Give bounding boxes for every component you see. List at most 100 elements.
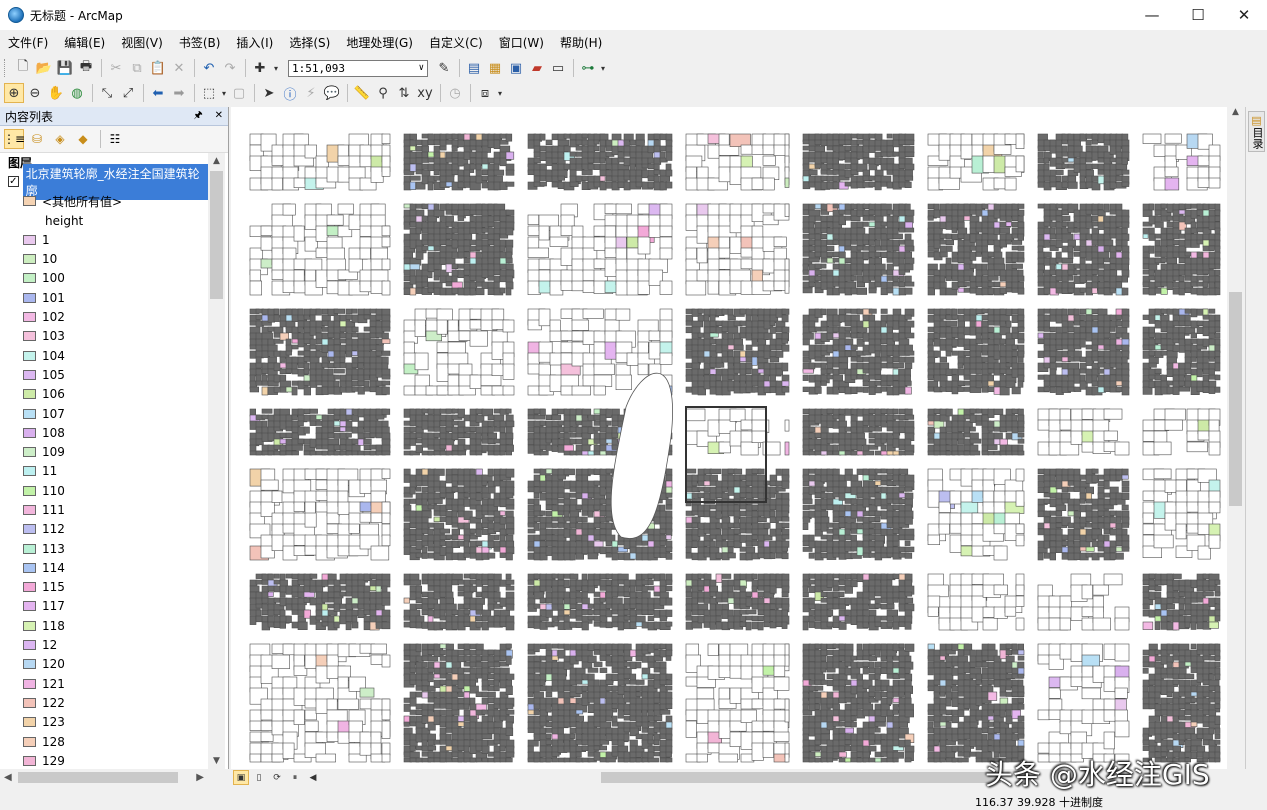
building-footprint[interactable]	[457, 215, 465, 221]
building-footprint[interactable]	[433, 498, 443, 504]
building-footprint[interactable]	[451, 221, 459, 228]
building-footprint[interactable]	[659, 585, 667, 593]
building-footprint[interactable]	[527, 214, 539, 225]
building-footprint[interactable]	[880, 221, 887, 227]
building-footprint[interactable]	[808, 362, 816, 370]
building-footprint[interactable]	[581, 621, 589, 631]
legend-item[interactable]: 110	[0, 481, 208, 500]
building-footprint[interactable]	[481, 609, 492, 616]
building-footprint[interactable]	[475, 287, 485, 296]
menu-insert[interactable]: 插入(I)	[228, 33, 281, 53]
building-footprint[interactable]	[457, 169, 465, 177]
building-footprint[interactable]	[381, 386, 390, 395]
building-footprint[interactable]	[665, 546, 673, 552]
building-footprint[interactable]	[493, 139, 501, 149]
building-footprint[interactable]	[659, 330, 673, 343]
building-footprint[interactable]	[569, 540, 576, 548]
building-footprint[interactable]	[820, 227, 828, 233]
building-footprint[interactable]	[739, 362, 747, 370]
building-footprint[interactable]	[409, 751, 420, 759]
building-footprint[interactable]	[709, 468, 722, 474]
building-footprint[interactable]	[733, 528, 741, 535]
menu-file[interactable]: 文件(F)	[0, 33, 56, 53]
building-footprint[interactable]	[381, 615, 391, 622]
building-footprint[interactable]	[403, 597, 410, 604]
building-footprint[interactable]	[757, 474, 766, 482]
building-footprint[interactable]	[707, 280, 719, 295]
building-footprint[interactable]	[309, 450, 316, 456]
building-footprint[interactable]	[345, 350, 352, 358]
building-footprint[interactable]	[814, 263, 822, 269]
building-footprint[interactable]	[291, 386, 298, 396]
map-scale-combo[interactable]: 1:51,093 ∨	[288, 59, 428, 77]
building-footprint[interactable]	[279, 591, 286, 598]
building-footprint[interactable]	[757, 314, 765, 321]
building-footprint[interactable]	[297, 350, 305, 356]
building-footprint[interactable]	[505, 585, 515, 591]
building-footprint[interactable]	[784, 441, 790, 456]
building-footprint[interactable]	[784, 643, 790, 657]
building-footprint[interactable]	[421, 275, 428, 283]
layer-row[interactable]: ✓ 北京建筑轮廓_水经注全国建筑轮廓	[0, 163, 208, 200]
building-footprint[interactable]	[575, 420, 583, 426]
building-footprint[interactable]	[463, 257, 470, 264]
building-footprint[interactable]	[321, 362, 329, 368]
building-footprint[interactable]	[593, 573, 601, 581]
building-footprint[interactable]	[304, 720, 319, 732]
building-footprint[interactable]	[850, 181, 858, 189]
building-footprint[interactable]	[898, 275, 905, 282]
building-footprint[interactable]	[880, 227, 887, 234]
building-footprint[interactable]	[617, 751, 625, 759]
building-footprint[interactable]	[557, 573, 564, 581]
building-footprint[interactable]	[261, 386, 269, 396]
building-footprint[interactable]	[273, 573, 280, 579]
building-footprint[interactable]	[505, 751, 515, 758]
building-footprint[interactable]	[802, 269, 809, 275]
building-footprint[interactable]	[665, 655, 672, 661]
building-footprint[interactable]	[303, 386, 311, 396]
building-footprint[interactable]	[563, 145, 571, 152]
building-footprint[interactable]	[685, 720, 697, 738]
building-footprint[interactable]	[605, 609, 613, 618]
building-footprint[interactable]	[653, 609, 660, 618]
building-footprint[interactable]	[623, 181, 631, 191]
menu-edit[interactable]: 编辑(E)	[56, 33, 113, 53]
building-footprint[interactable]	[581, 540, 589, 548]
building-footprint[interactable]	[381, 591, 391, 599]
building-footprint[interactable]	[751, 621, 759, 630]
building-footprint[interactable]	[751, 247, 765, 260]
building-footprint[interactable]	[862, 215, 870, 221]
building-footprint[interactable]	[293, 534, 307, 546]
building-footprint[interactable]	[715, 510, 722, 520]
building-footprint[interactable]	[505, 444, 514, 452]
building-footprint[interactable]	[781, 326, 790, 333]
building-footprint[interactable]	[421, 420, 429, 430]
building-footprints-map[interactable]	[231, 107, 1227, 769]
legend-item[interactable]: 109	[0, 442, 208, 461]
building-footprint[interactable]	[439, 649, 446, 656]
building-footprint[interactable]	[637, 363, 649, 376]
legend-item[interactable]: 120	[0, 655, 208, 674]
building-footprint[interactable]	[587, 450, 595, 456]
building-footprint[interactable]	[814, 344, 822, 352]
building-footprint[interactable]	[709, 332, 719, 338]
building-footprint[interactable]	[569, 573, 579, 580]
building-footprint[interactable]	[433, 175, 441, 181]
building-footprint[interactable]	[581, 420, 593, 427]
building-footprint[interactable]	[409, 414, 417, 422]
building-footprint[interactable]	[611, 552, 618, 561]
building-footprint[interactable]	[436, 319, 448, 335]
building-footprint[interactable]	[832, 287, 840, 296]
building-footprint[interactable]	[569, 432, 577, 438]
building-footprint[interactable]	[539, 133, 546, 141]
building-footprint[interactable]	[551, 444, 558, 452]
building-footprint[interactable]	[709, 338, 717, 345]
legend-item[interactable]: 12	[0, 635, 208, 654]
building-footprint[interactable]	[381, 523, 391, 537]
building-footprint[interactable]	[635, 609, 643, 615]
building-footprint[interactable]	[348, 523, 360, 534]
building-footprint[interactable]	[659, 352, 673, 365]
building-footprint[interactable]	[475, 209, 483, 216]
building-footprint[interactable]	[309, 420, 317, 426]
building-footprint[interactable]	[403, 221, 410, 230]
